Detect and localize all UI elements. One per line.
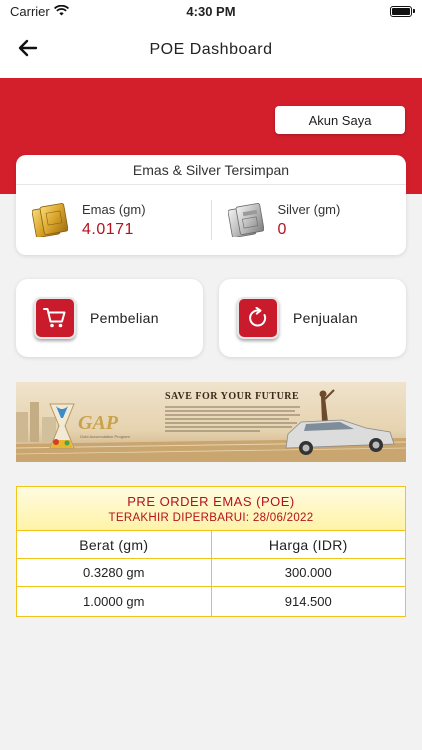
silver-text: Silver (gm) 0 [278,202,341,239]
column-header-price: Harga (IDR) [210,531,406,558]
gold-value: 4.0171 [82,220,134,238]
sell-label: Penjualan [293,310,358,326]
buy-button[interactable]: Pembelian [16,279,203,357]
gap-logo: GAP [78,412,118,434]
holdings-row: Emas (gm) 4.0171 Silver (gm) 0 [16,185,406,255]
table-row: 1.0000 gm 914.500 [17,587,405,616]
buy-label: Pembelian [90,310,159,326]
gold-text: Emas (gm) 4.0171 [82,202,146,239]
holdings-title: Emas & Silver Tersimpan [16,155,406,185]
silver-value: 0 [277,220,287,238]
column-header-weight: Berat (gm) [79,536,149,553]
carrier-label: Carrier [10,3,50,19]
table-header-row: Berat (gm) Harga (IDR) [17,531,405,559]
shopping-cart-icon [34,297,76,339]
silver-holding: Silver (gm) 0 [210,200,407,240]
weight-cell: 0.3280 gm [83,565,145,580]
arrow-left-icon [18,39,38,62]
sell-button[interactable]: Penjualan [219,279,406,357]
gold-label: Emas (gm) [82,201,146,217]
status-bar: Carrier 4:30 PM [0,0,422,22]
table-row: 0.3280 gm 300.000 [17,559,405,587]
holdings-card: Emas & Silver Tersimpan Emas (gm) 4.0171… [16,155,406,255]
battery-icon [390,5,415,17]
battery-fill [392,7,410,15]
price-cell: 914.500 [210,587,406,616]
silver-label: Silver (gm) [277,201,341,217]
poe-table: PRE ORDER EMAS (POE) TERAKHIR DIPERBARUI… [16,486,406,617]
poe-title: PRE ORDER EMAS (POE) [127,493,295,509]
account-button[interactable]: Akun Saya [275,106,405,134]
status-left: Carrier [10,4,69,19]
page-title: POE Dashboard [149,41,273,58]
weight-cell: 1.0000 gm [83,594,145,609]
back-button[interactable] [14,36,42,64]
wifi-icon [53,4,69,19]
silver-bar-icon [227,203,264,238]
refresh-icon [237,297,279,339]
gap-logo-subtext: Gold Accumulation Program [80,434,130,439]
price-cell: 300.000 [210,559,406,586]
promo-banner[interactable]: GAP Gold Accumulation Program SAVE FOR Y… [16,382,406,462]
banner-body-text [165,406,300,434]
poe-updated: TERAKHIR DIPERBARUI: 28/06/2022 [108,511,314,524]
gold-bar-icon [31,203,69,238]
gold-holding: Emas (gm) 4.0171 [16,202,211,239]
banner-title: SAVE FOR YOUR FUTURE [165,391,300,402]
poe-header: PRE ORDER EMAS (POE) TERAKHIR DIPERBARUI… [17,487,405,531]
nav-header: POE Dashboard [0,22,422,78]
